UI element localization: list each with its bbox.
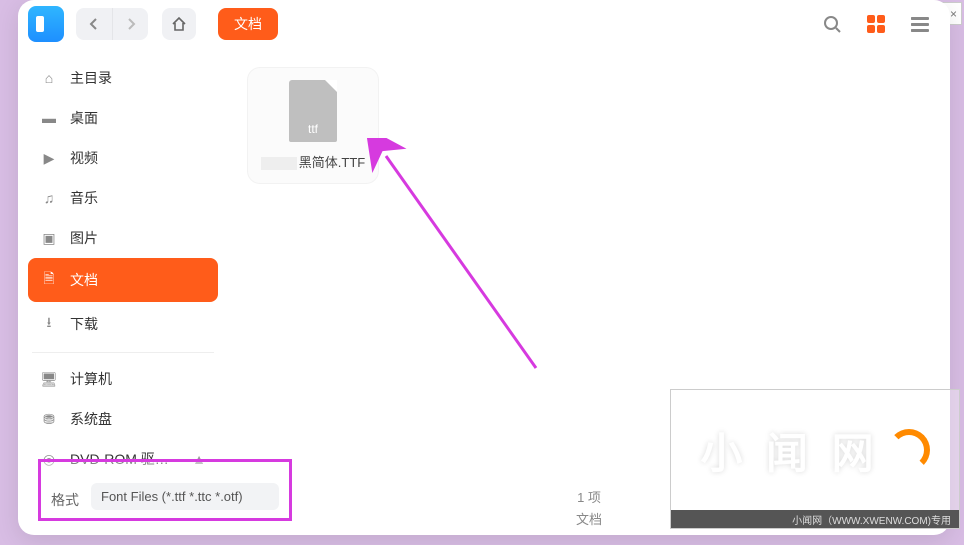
sidebar-item-icon: ▣ — [40, 230, 58, 247]
search-icon — [822, 14, 842, 34]
sidebar-item-label: 桌面 — [70, 108, 98, 128]
sidebar-device-icon: 🖥 — [40, 371, 58, 388]
home-icon — [171, 16, 187, 32]
sidebar-item-6[interactable]: ⭳ 下载 — [28, 302, 218, 346]
sidebar-item-icon: 🗎 — [40, 268, 58, 292]
format-dropdown[interactable]: Font Files (*.ttf *.ttc *.otf) — [91, 483, 279, 510]
file-thumb: ttf — [289, 80, 337, 142]
sidebar-device-label: 系统盘 — [70, 409, 112, 429]
watermark-url: XWENW.COM — [862, 492, 952, 504]
sidebar-item-1[interactable]: ▬ 桌面 — [28, 98, 218, 138]
sidebar-item-4[interactable]: ▣ 图片 — [28, 218, 218, 258]
chevron-right-icon — [126, 18, 136, 30]
home-button[interactable] — [162, 8, 196, 40]
sidebar-item-icon: ♫ — [40, 190, 58, 206]
watermark-overlay: 小 闻 网 XWENW.COM 小闻网（WWW.XWENW.COM)专用 — [670, 389, 960, 529]
file-tile[interactable]: ttf 黑简体.TTF — [248, 68, 378, 183]
back-button[interactable] — [76, 8, 112, 40]
sidebar-item-label: 视频 — [70, 148, 98, 168]
breadcrumb-current[interactable]: 文档 — [218, 8, 278, 40]
sidebar-separator — [32, 352, 214, 353]
format-label: 格式 — [51, 490, 79, 510]
forward-button[interactable] — [112, 8, 148, 40]
sidebar-device-label: 计算机 — [70, 369, 112, 389]
toolbar: 文档 — [18, 0, 950, 48]
sidebar-device-0[interactable]: 🖥 计算机 — [28, 359, 218, 399]
grid-icon — [867, 15, 885, 33]
sidebar-device-icon: ⛃ — [40, 411, 58, 428]
list-view-button[interactable] — [908, 12, 932, 36]
sidebar-item-label: 音乐 — [70, 188, 98, 208]
sidebar-item-label: 文档 — [70, 270, 98, 290]
grid-view-button[interactable] — [864, 12, 888, 36]
format-row-highlight: 格式 Font Files (*.ttf *.ttc *.otf) — [38, 459, 292, 521]
app-icon — [28, 6, 64, 42]
toolbar-right — [820, 12, 940, 36]
sidebar-item-icon: ⭳ — [40, 312, 58, 336]
search-button[interactable] — [820, 12, 844, 36]
nav-group — [76, 8, 148, 40]
chevron-left-icon — [89, 18, 99, 30]
file-name: 黑简体.TTF — [254, 152, 372, 171]
sidebar-device-1[interactable]: ⛃ 系统盘 — [28, 399, 218, 439]
sidebar-item-label: 下载 — [70, 314, 98, 334]
file-name-obscured — [261, 157, 297, 170]
list-icon — [911, 17, 929, 32]
sidebar-item-icon: ⌂ — [40, 70, 58, 86]
sidebar-item-0[interactable]: ⌂ 主目录 — [28, 58, 218, 98]
watermark-footer: 小闻网（WWW.XWENW.COM)专用 — [671, 510, 959, 528]
sidebar-item-label: 图片 — [70, 228, 98, 248]
sidebar-item-3[interactable]: ♫ 音乐 — [28, 178, 218, 218]
file-ext-badge: ttf — [289, 122, 337, 136]
sidebar-item-2[interactable]: ▶ 视频 — [28, 138, 218, 178]
sidebar-item-5[interactable]: 🗎 文档 — [28, 258, 218, 302]
tray-close-icon[interactable]: × — [950, 7, 957, 21]
sidebar-item-label: 主目录 — [70, 68, 112, 88]
watermark-swirl-icon — [888, 429, 930, 471]
watermark-brand: 小 闻 网 — [700, 420, 879, 481]
sidebar-item-icon: ▶ — [40, 150, 58, 167]
sidebar-item-icon: ▬ — [40, 110, 58, 126]
